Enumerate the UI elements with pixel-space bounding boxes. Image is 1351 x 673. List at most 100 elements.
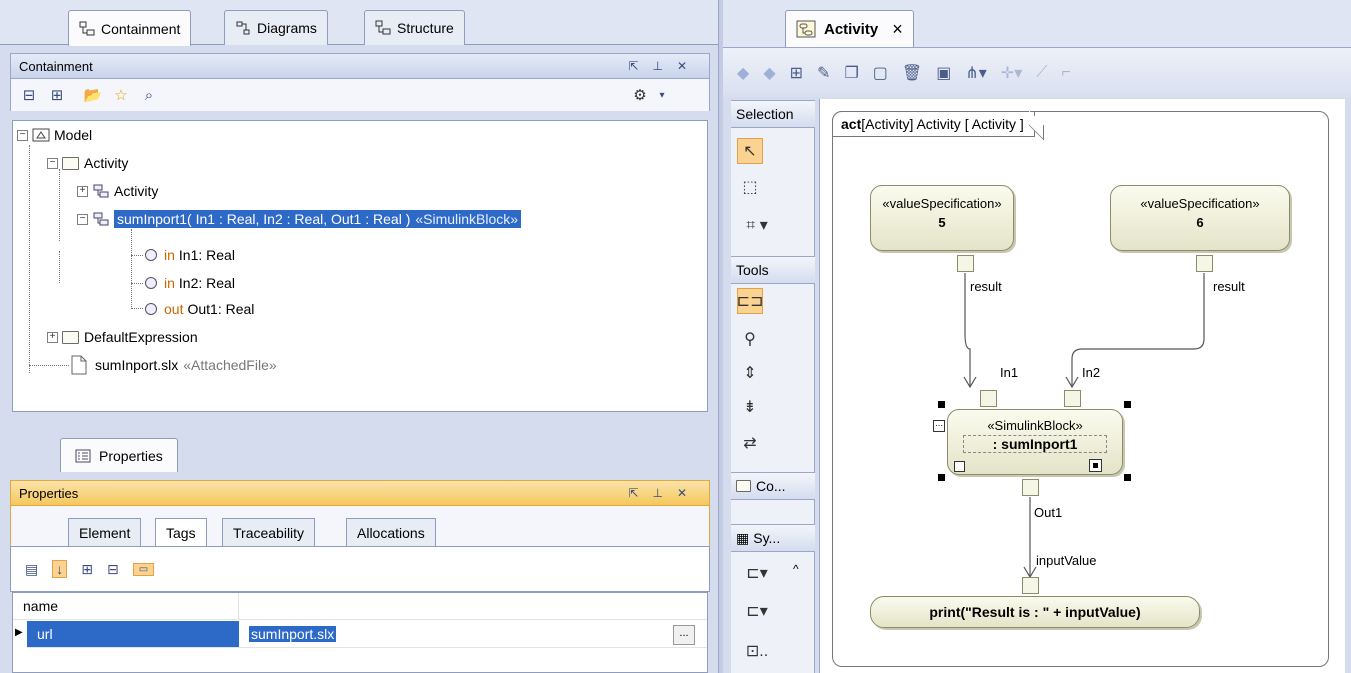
- tab-properties[interactable]: Properties: [60, 438, 178, 472]
- tab-diagrams[interactable]: Diagrams: [224, 10, 328, 45]
- resize-handle[interactable]: [1124, 474, 1131, 481]
- tree-node-param-out1[interactable]: out Out1 : Real: [142, 297, 255, 321]
- search-icon[interactable]: ⌕: [139, 85, 159, 105]
- categorized-icon[interactable]: ▤: [25, 561, 38, 578]
- tree-label-suminport1: sumInport1( In1 : Real, In2 : Real, Out1…: [117, 211, 411, 227]
- expand-icon[interactable]: +: [47, 331, 58, 343]
- resize-handle[interactable]: [938, 401, 945, 408]
- output-pin-result1[interactable]: [957, 255, 974, 272]
- property-name-cell-selected[interactable]: url: [27, 621, 239, 648]
- float-icon[interactable]: ⇱: [628, 59, 638, 73]
- output-pin-out1[interactable]: [1022, 479, 1039, 496]
- collapse-icon[interactable]: −: [47, 157, 58, 169]
- delete-from-model-icon[interactable]: ▣: [936, 63, 951, 83]
- param-type: : Real: [217, 301, 255, 317]
- property-value-cell[interactable]: [239, 593, 707, 620]
- path-tool-icon[interactable]: ⇄: [737, 430, 763, 456]
- favorite-star-icon[interactable]: ☆: [111, 85, 131, 105]
- tree-node-activity[interactable]: + Activity: [77, 179, 158, 203]
- format-painter-icon[interactable]: ✎: [817, 63, 830, 83]
- close-tab-icon[interactable]: ×: [892, 19, 903, 40]
- tab-activity[interactable]: Activity ×: [785, 10, 914, 47]
- property-value-url: sumInport.slx: [249, 626, 337, 642]
- value-label: 6: [1196, 215, 1204, 230]
- back-icon[interactable]: ◆: [737, 63, 749, 83]
- resize-handle[interactable]: [938, 474, 945, 481]
- sort-alphabetical-icon[interactable]: ↓: [52, 560, 68, 578]
- diagram-icon: ▦: [736, 529, 750, 546]
- collapse-icon[interactable]: −: [17, 129, 28, 141]
- output-pin-result2[interactable]: [1196, 255, 1213, 272]
- ellipsis-button[interactable]: ...: [673, 625, 695, 645]
- pin-panel-icon[interactable]: ⊥: [652, 486, 662, 500]
- pin-panel-icon[interactable]: ⊥: [652, 59, 662, 73]
- copy-icon[interactable]: ❐: [844, 63, 858, 83]
- tree-node-defaultexpression[interactable]: + DefaultExpression: [47, 325, 198, 349]
- tree-node-activity-package[interactable]: − Activity: [47, 151, 128, 175]
- palette-section-tools[interactable]: Tools: [731, 256, 815, 284]
- input-pin-inputvalue[interactable]: [1022, 577, 1039, 594]
- subtab-traceability-label: Traceability: [233, 524, 305, 541]
- show-values-icon[interactable]: ▭: [132, 562, 155, 576]
- tree-node-attached-file[interactable]: sumInport.slx «AttachedFile»: [71, 353, 277, 377]
- scroll-up-icon[interactable]: ^: [793, 562, 799, 576]
- resize-handle[interactable]: [1124, 401, 1131, 408]
- chevron-down-icon[interactable]: ▾: [652, 85, 672, 105]
- value-specification-5[interactable]: «valueSpecification» 5: [870, 185, 1014, 251]
- expand-icon[interactable]: +: [77, 185, 88, 197]
- tree-node-suminport1[interactable]: − sumInport1( In1 : Real, In2 : Real, Ou…: [77, 207, 522, 231]
- collapse-icon[interactable]: −: [77, 213, 88, 225]
- symbol-select-icon[interactable]: ⌗ ▾: [737, 212, 777, 238]
- value-specification-6[interactable]: «valueSpecification» 6: [1110, 185, 1290, 251]
- collapse-all-icon[interactable]: ⊟: [107, 561, 119, 578]
- diagram-canvas[interactable]: act [Activity] Activity [ Activity ] «va…: [819, 99, 1345, 673]
- close-icon[interactable]: ✕: [677, 486, 687, 500]
- palette-section-selection[interactable]: Selection: [731, 100, 815, 128]
- delete-icon[interactable]: 🗑: [902, 63, 922, 83]
- open-icon[interactable]: 📂: [83, 85, 103, 105]
- input-pin-in1[interactable]: [980, 390, 997, 407]
- palette-section-co[interactable]: Co...: [731, 472, 815, 500]
- pin-tool-icon[interactable]: ⊏▾: [737, 598, 777, 624]
- vertical-spacing-icon[interactable]: ⇟: [737, 394, 763, 420]
- more-tool-icon[interactable]: ⊡..: [737, 638, 777, 664]
- property-value-cell-url[interactable]: sumInport.slx: [239, 621, 707, 648]
- path-style-icon[interactable]: ✛▾: [1001, 63, 1022, 83]
- input-pin-in2[interactable]: [1064, 390, 1081, 407]
- subtab-element[interactable]: Element: [68, 518, 142, 546]
- containment-tree-icon[interactable]: ⊞: [790, 63, 803, 83]
- smart-manipulator-icon[interactable]: ⋯: [933, 420, 945, 432]
- collapse-all-icon[interactable]: ⊟: [19, 85, 39, 105]
- pointer-tool-icon[interactable]: ↖: [737, 138, 763, 164]
- subtab-allocations[interactable]: Allocations: [346, 518, 436, 546]
- action-tool-icon[interactable]: ⊏▾: [737, 560, 777, 586]
- layout-icon[interactable]: ⋔▾: [965, 63, 986, 83]
- stamp-tool-icon[interactable]: ⚲: [737, 326, 763, 352]
- subtab-tags-label: Tags: [166, 524, 196, 541]
- tree-node-model[interactable]: − Model: [17, 123, 92, 147]
- expand-all-icon[interactable]: ⊞: [47, 85, 67, 105]
- compartment-icon[interactable]: [954, 461, 965, 472]
- print-action[interactable]: print("Result is : " + inputValue): [870, 596, 1200, 628]
- pin-label-in2: In2: [1082, 365, 1101, 380]
- forward-icon[interactable]: ◆: [763, 63, 775, 83]
- tab-structure[interactable]: Structure: [364, 10, 465, 45]
- tree-node-param-in2[interactable]: in In2 : Real: [142, 271, 235, 295]
- oblique-path-icon[interactable]: ⟋: [1036, 64, 1047, 82]
- note-tool-icon[interactable]: ⊏⊐: [737, 288, 763, 314]
- tab-containment[interactable]: Containment: [68, 10, 192, 46]
- palette-section-sy[interactable]: ▦ Sy...: [731, 524, 815, 552]
- properties-icon: [75, 449, 91, 462]
- tree-node-param-in1[interactable]: in In1 : Real: [142, 243, 235, 267]
- expand-all-icon[interactable]: ⊞: [81, 561, 93, 578]
- paste-icon[interactable]: ▢: [873, 63, 888, 83]
- sub-handle-icon[interactable]: [1089, 459, 1102, 472]
- marquee-tool-icon[interactable]: ⬚: [737, 174, 763, 200]
- subtab-tags[interactable]: Tags: [155, 518, 207, 546]
- gear-icon[interactable]: ⚙: [630, 85, 650, 105]
- rectilinear-path-icon[interactable]: ⌐: [1061, 64, 1070, 82]
- float-icon[interactable]: ⇱: [628, 486, 638, 500]
- close-icon[interactable]: ✕: [677, 59, 687, 73]
- subtab-traceability[interactable]: Traceability: [222, 518, 316, 546]
- spacing-tool-icon[interactable]: ⇕: [737, 360, 763, 386]
